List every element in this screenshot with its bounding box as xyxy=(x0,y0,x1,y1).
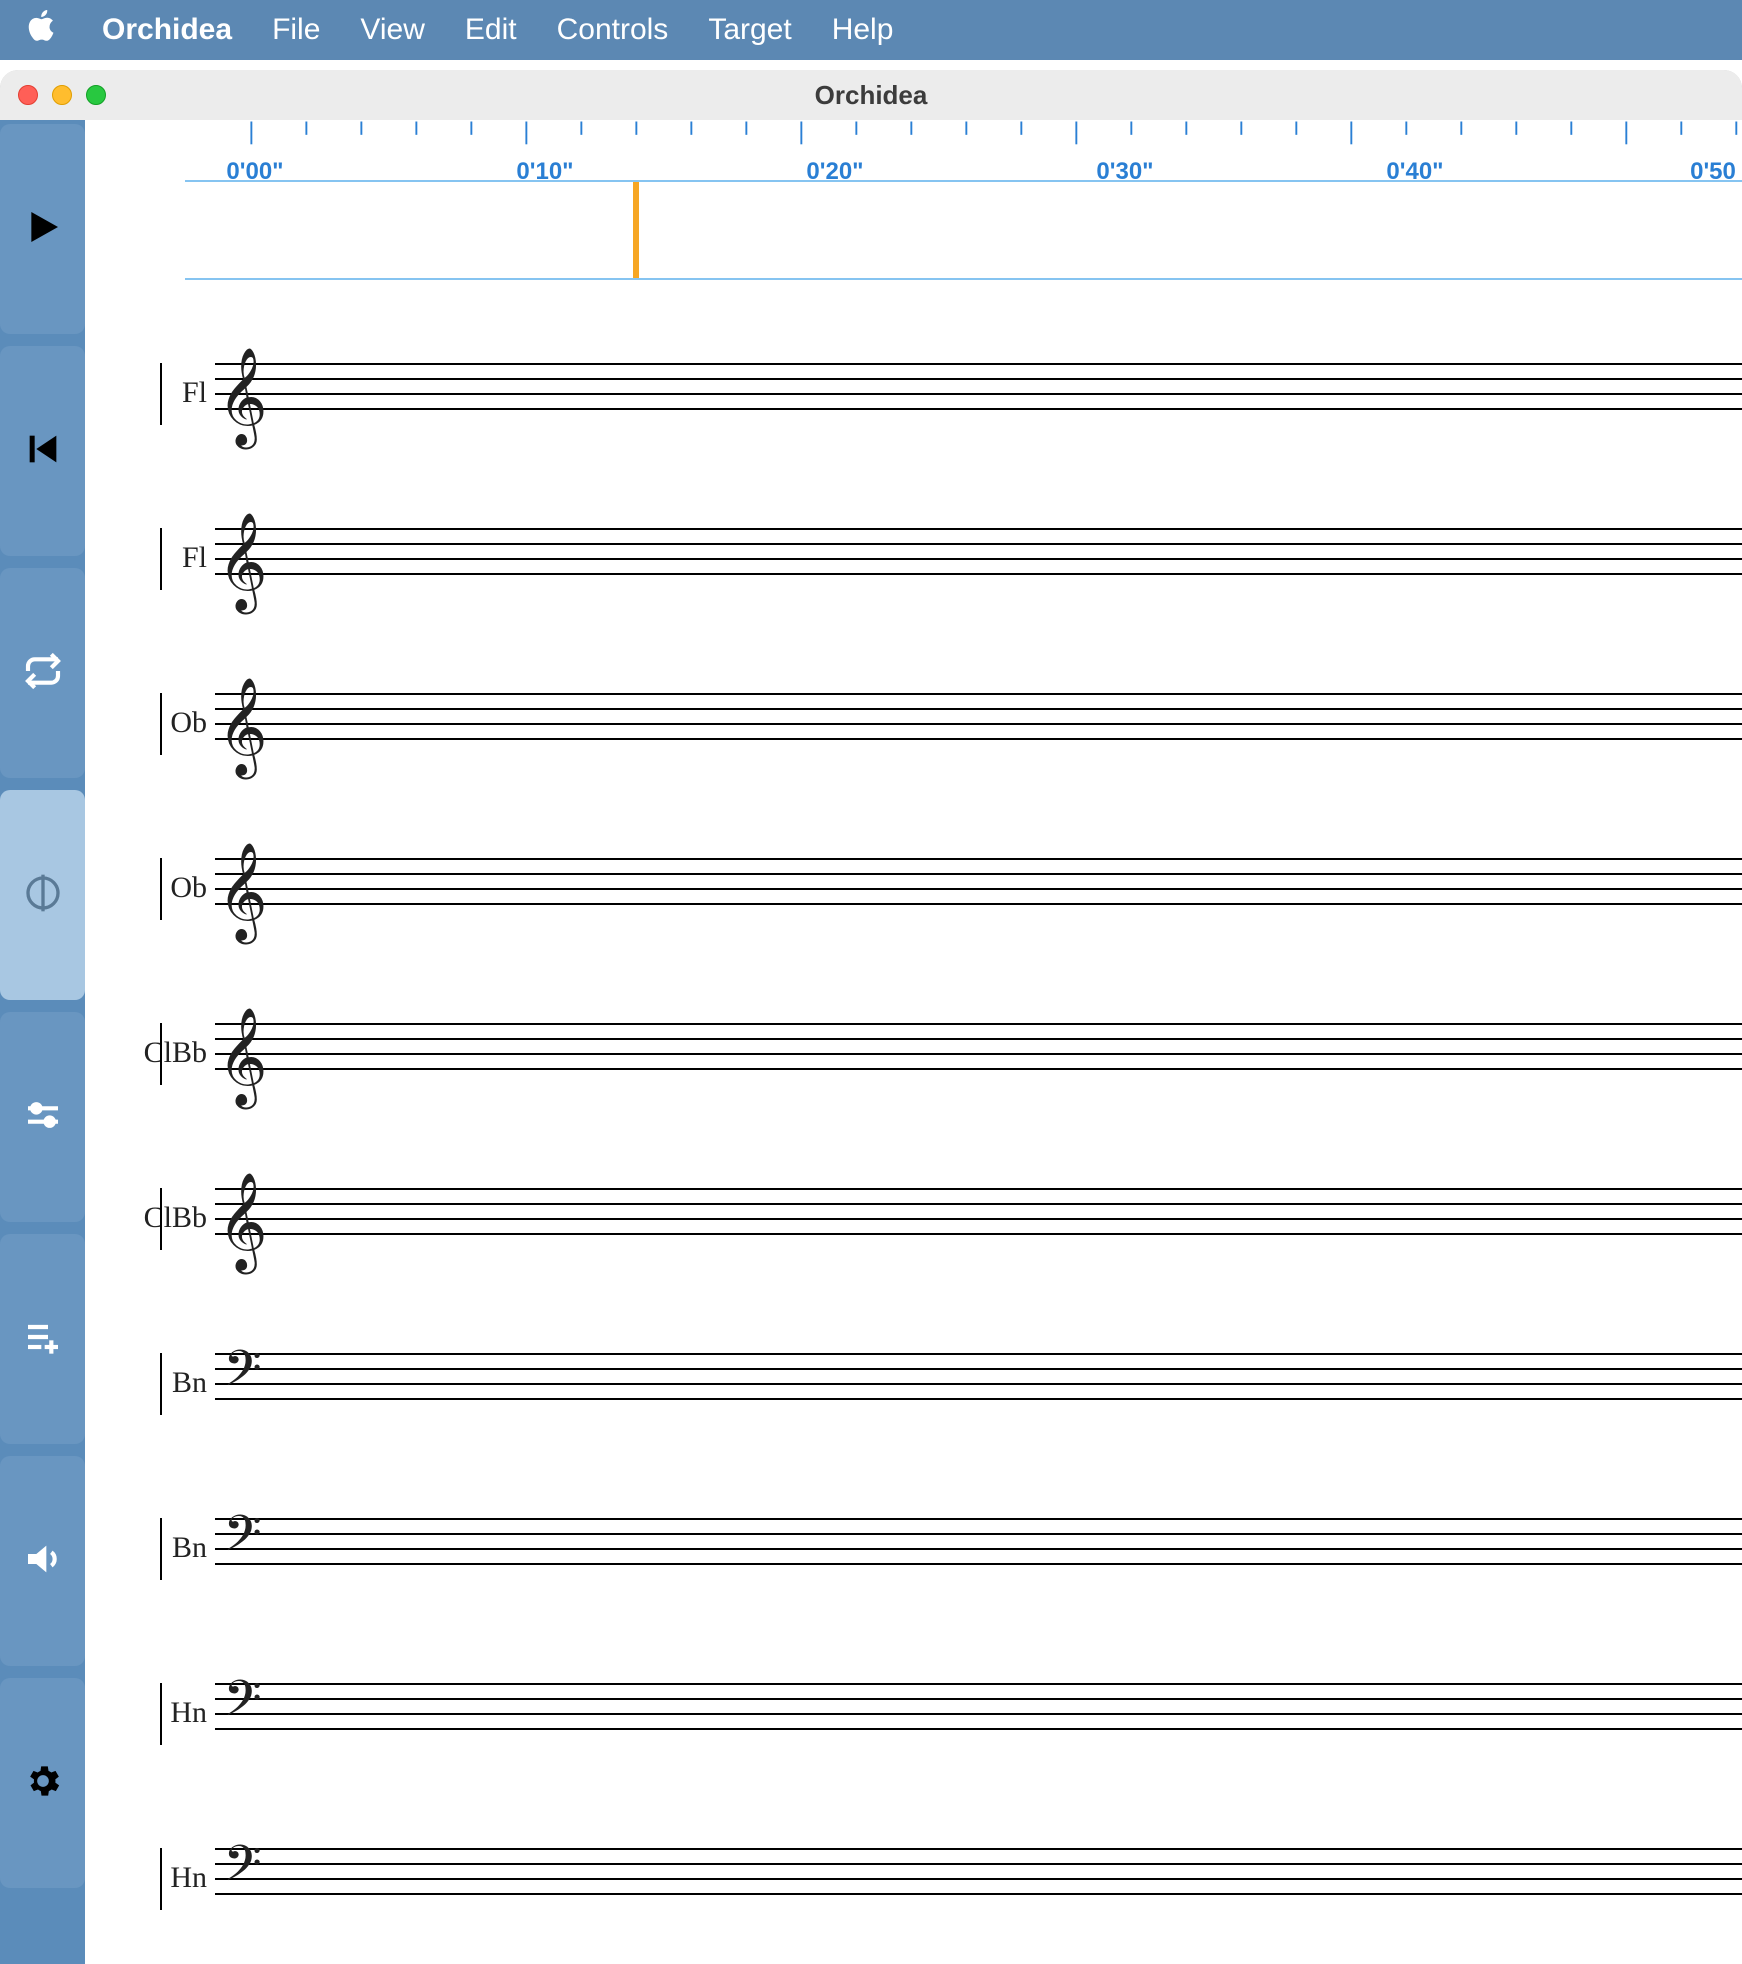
menu-help[interactable]: Help xyxy=(832,13,894,47)
playhead[interactable] xyxy=(633,182,639,278)
mac-menubar: Orchidea File View Edit Controls Target … xyxy=(0,0,1742,60)
menu-view[interactable]: View xyxy=(360,13,424,47)
sliders-icon xyxy=(23,1095,63,1140)
staff-lines[interactable] xyxy=(215,858,1742,918)
staff-label: Hn xyxy=(125,1861,215,1895)
menu-target[interactable]: Target xyxy=(708,13,791,47)
treble-clef-icon: 𝄞 xyxy=(215,663,270,783)
treble-clef-icon: 𝄞 xyxy=(215,828,270,948)
treble-clef-icon: 𝄞 xyxy=(215,1158,270,1278)
staff-label: Hn xyxy=(125,1696,215,1730)
staff-lines[interactable] xyxy=(215,1188,1742,1248)
apple-logo-icon xyxy=(28,10,56,42)
staff-lines[interactable] xyxy=(215,1848,1742,1908)
ruler-ticks xyxy=(185,120,1742,180)
score-area: Fl𝄞Fl𝄞Ob𝄞Ob𝄞ClBb𝄞ClBb𝄞Bn𝄢Bn𝄢Hn𝄢Hn𝄢 xyxy=(125,310,1742,1960)
staff-lines[interactable] xyxy=(215,1683,1742,1743)
window-minimize-button[interactable] xyxy=(52,85,72,105)
window-zoom-button[interactable] xyxy=(86,85,106,105)
staff-row: Hn𝄢 xyxy=(125,1795,1742,1960)
phase-button[interactable] xyxy=(0,790,85,1000)
staff-row: Ob𝄞 xyxy=(125,805,1742,970)
staff-lines[interactable] xyxy=(215,1353,1742,1413)
staff-label: Bn xyxy=(125,1366,215,1400)
window-close-button[interactable] xyxy=(18,85,38,105)
staff-lines[interactable] xyxy=(215,693,1742,753)
staff-label: Ob xyxy=(125,871,215,905)
volume-button[interactable] xyxy=(0,1456,85,1666)
bass-clef-icon: 𝄢 xyxy=(215,1488,270,1608)
staff-row: Ob𝄞 xyxy=(125,640,1742,805)
menu-file[interactable]: File xyxy=(272,13,320,47)
staff-row: Fl𝄞 xyxy=(125,310,1742,475)
apple-menu-icon[interactable] xyxy=(28,10,56,50)
staff-label: Ob xyxy=(125,706,215,740)
play-icon xyxy=(23,207,63,252)
loop-icon xyxy=(23,651,63,696)
add-list-button[interactable] xyxy=(0,1234,85,1444)
phase-icon xyxy=(23,873,63,918)
staff-label: Fl xyxy=(125,376,215,410)
staff-lines[interactable] xyxy=(215,1023,1742,1083)
window-titlebar: Orchidea xyxy=(0,70,1742,120)
bass-clef-icon: 𝄢 xyxy=(215,1323,270,1443)
staff-row: ClBb𝄞 xyxy=(125,970,1742,1135)
rewind-button[interactable] xyxy=(0,346,85,556)
staff-row: Fl𝄞 xyxy=(125,475,1742,640)
staff-lines[interactable] xyxy=(215,363,1742,423)
overview-track[interactable] xyxy=(185,180,1742,280)
treble-clef-icon: 𝄞 xyxy=(215,498,270,618)
main-area: 0'00"0'10"0'20"0'30"0'40"0'50 Fl𝄞Fl𝄞Ob𝄞O… xyxy=(85,120,1742,1964)
menu-app-name[interactable]: Orchidea xyxy=(102,13,232,47)
time-ruler[interactable]: 0'00"0'10"0'20"0'30"0'40"0'50 xyxy=(185,120,1742,180)
list-add-icon xyxy=(23,1317,63,1362)
menu-edit[interactable]: Edit xyxy=(465,13,517,47)
staff-label: Fl xyxy=(125,541,215,575)
staff-row: Bn𝄢 xyxy=(125,1465,1742,1630)
app-window: Orchidea 0'00"0'10"0'20"0'30"0'40"0'50 F… xyxy=(0,70,1742,1964)
staff-row: Hn𝄢 xyxy=(125,1630,1742,1795)
volume-icon xyxy=(23,1539,63,1584)
gear-icon xyxy=(23,1761,63,1806)
sidebar xyxy=(0,120,85,1964)
staff-row: ClBb𝄞 xyxy=(125,1135,1742,1300)
window-controls xyxy=(18,85,106,105)
staff-row: Bn𝄢 xyxy=(125,1300,1742,1465)
treble-clef-icon: 𝄞 xyxy=(215,993,270,1113)
staff-label: Bn xyxy=(125,1531,215,1565)
skip-back-icon xyxy=(23,429,63,474)
menu-controls[interactable]: Controls xyxy=(557,13,669,47)
sliders-button[interactable] xyxy=(0,1012,85,1222)
window-title: Orchidea xyxy=(815,80,928,111)
bass-clef-icon: 𝄢 xyxy=(215,1818,270,1938)
treble-clef-icon: 𝄞 xyxy=(215,333,270,453)
staff-lines[interactable] xyxy=(215,1518,1742,1578)
play-button[interactable] xyxy=(0,124,85,334)
staff-label: ClBb xyxy=(125,1036,215,1070)
staff-lines[interactable] xyxy=(215,528,1742,588)
loop-button[interactable] xyxy=(0,568,85,778)
settings-button[interactable] xyxy=(0,1678,85,1888)
staff-label: ClBb xyxy=(125,1201,215,1235)
bass-clef-icon: 𝄢 xyxy=(215,1653,270,1773)
